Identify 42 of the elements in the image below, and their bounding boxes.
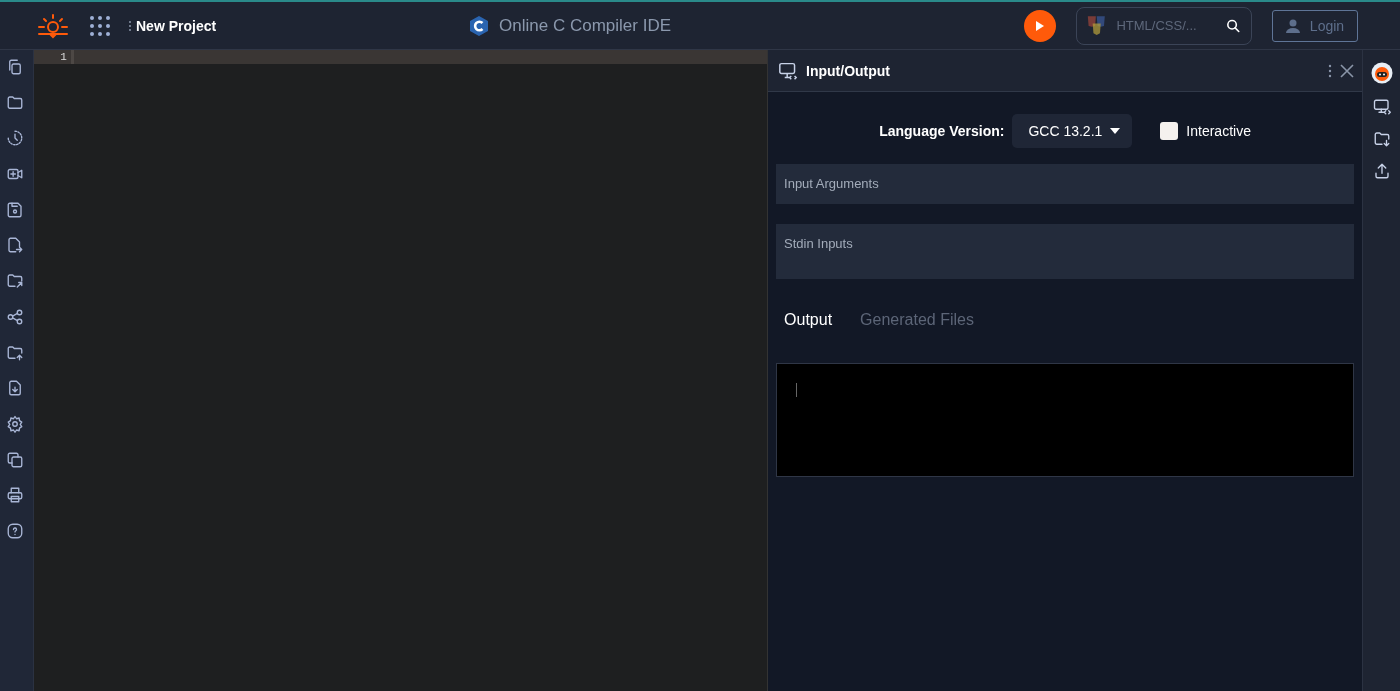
run-button[interactable] xyxy=(1024,9,1056,42)
duplicate-icon[interactable] xyxy=(6,450,24,469)
page-title: Online C Compiler IDE xyxy=(499,15,672,36)
more-icon[interactable] xyxy=(128,19,132,32)
apps-grid-icon[interactable] xyxy=(90,15,110,36)
print-icon[interactable] xyxy=(6,486,24,505)
folder-share-icon[interactable] xyxy=(6,272,24,291)
folder-download-icon[interactable] xyxy=(1372,130,1391,148)
language-version-dropdown[interactable]: GCC 13.2.1 xyxy=(1012,114,1133,148)
sun-logo-icon[interactable] xyxy=(36,12,70,39)
monitor-code-icon xyxy=(778,61,799,80)
help-icon[interactable] xyxy=(6,521,24,540)
save-icon[interactable] xyxy=(6,200,24,219)
search-bar[interactable]: HTML/CSS/... xyxy=(1076,6,1252,45)
folder-icon[interactable] xyxy=(6,93,24,112)
robot-avatar-icon[interactable] xyxy=(1370,62,1393,84)
file-export-icon[interactable] xyxy=(6,236,24,255)
c-language-icon xyxy=(469,14,490,37)
language-version-label: Language Version: xyxy=(879,123,1005,139)
play-icon xyxy=(1035,19,1045,32)
history-icon[interactable] xyxy=(6,129,24,148)
folder-upload-icon[interactable] xyxy=(6,343,24,362)
interactive-label: Interactive xyxy=(1186,123,1251,139)
copy-icon[interactable] xyxy=(6,58,24,76)
panel-title: Input/Output xyxy=(806,62,891,79)
more-icon[interactable] xyxy=(1328,63,1333,78)
file-download-icon[interactable] xyxy=(6,379,24,398)
output-tab[interactable]: Output xyxy=(784,307,833,333)
line-number: 1 xyxy=(33,50,74,64)
arguments-field[interactable]: Input Arguments xyxy=(776,164,1355,204)
project-name[interactable]: New Project xyxy=(136,17,217,34)
user-icon xyxy=(1285,18,1300,33)
upload-icon[interactable] xyxy=(1372,162,1391,180)
close-icon[interactable] xyxy=(1340,63,1355,78)
text-cursor xyxy=(796,383,798,397)
settings-icon[interactable] xyxy=(6,414,24,433)
interactive-checkbox[interactable] xyxy=(1160,122,1179,140)
share-icon[interactable] xyxy=(6,307,24,326)
search-field[interactable]: HTML/CSS/... xyxy=(1114,17,1219,34)
monitor-code-icon[interactable] xyxy=(1372,98,1391,116)
stdin-field[interactable]: Stdin Inputs xyxy=(776,224,1355,279)
caret-icon xyxy=(1110,128,1121,134)
